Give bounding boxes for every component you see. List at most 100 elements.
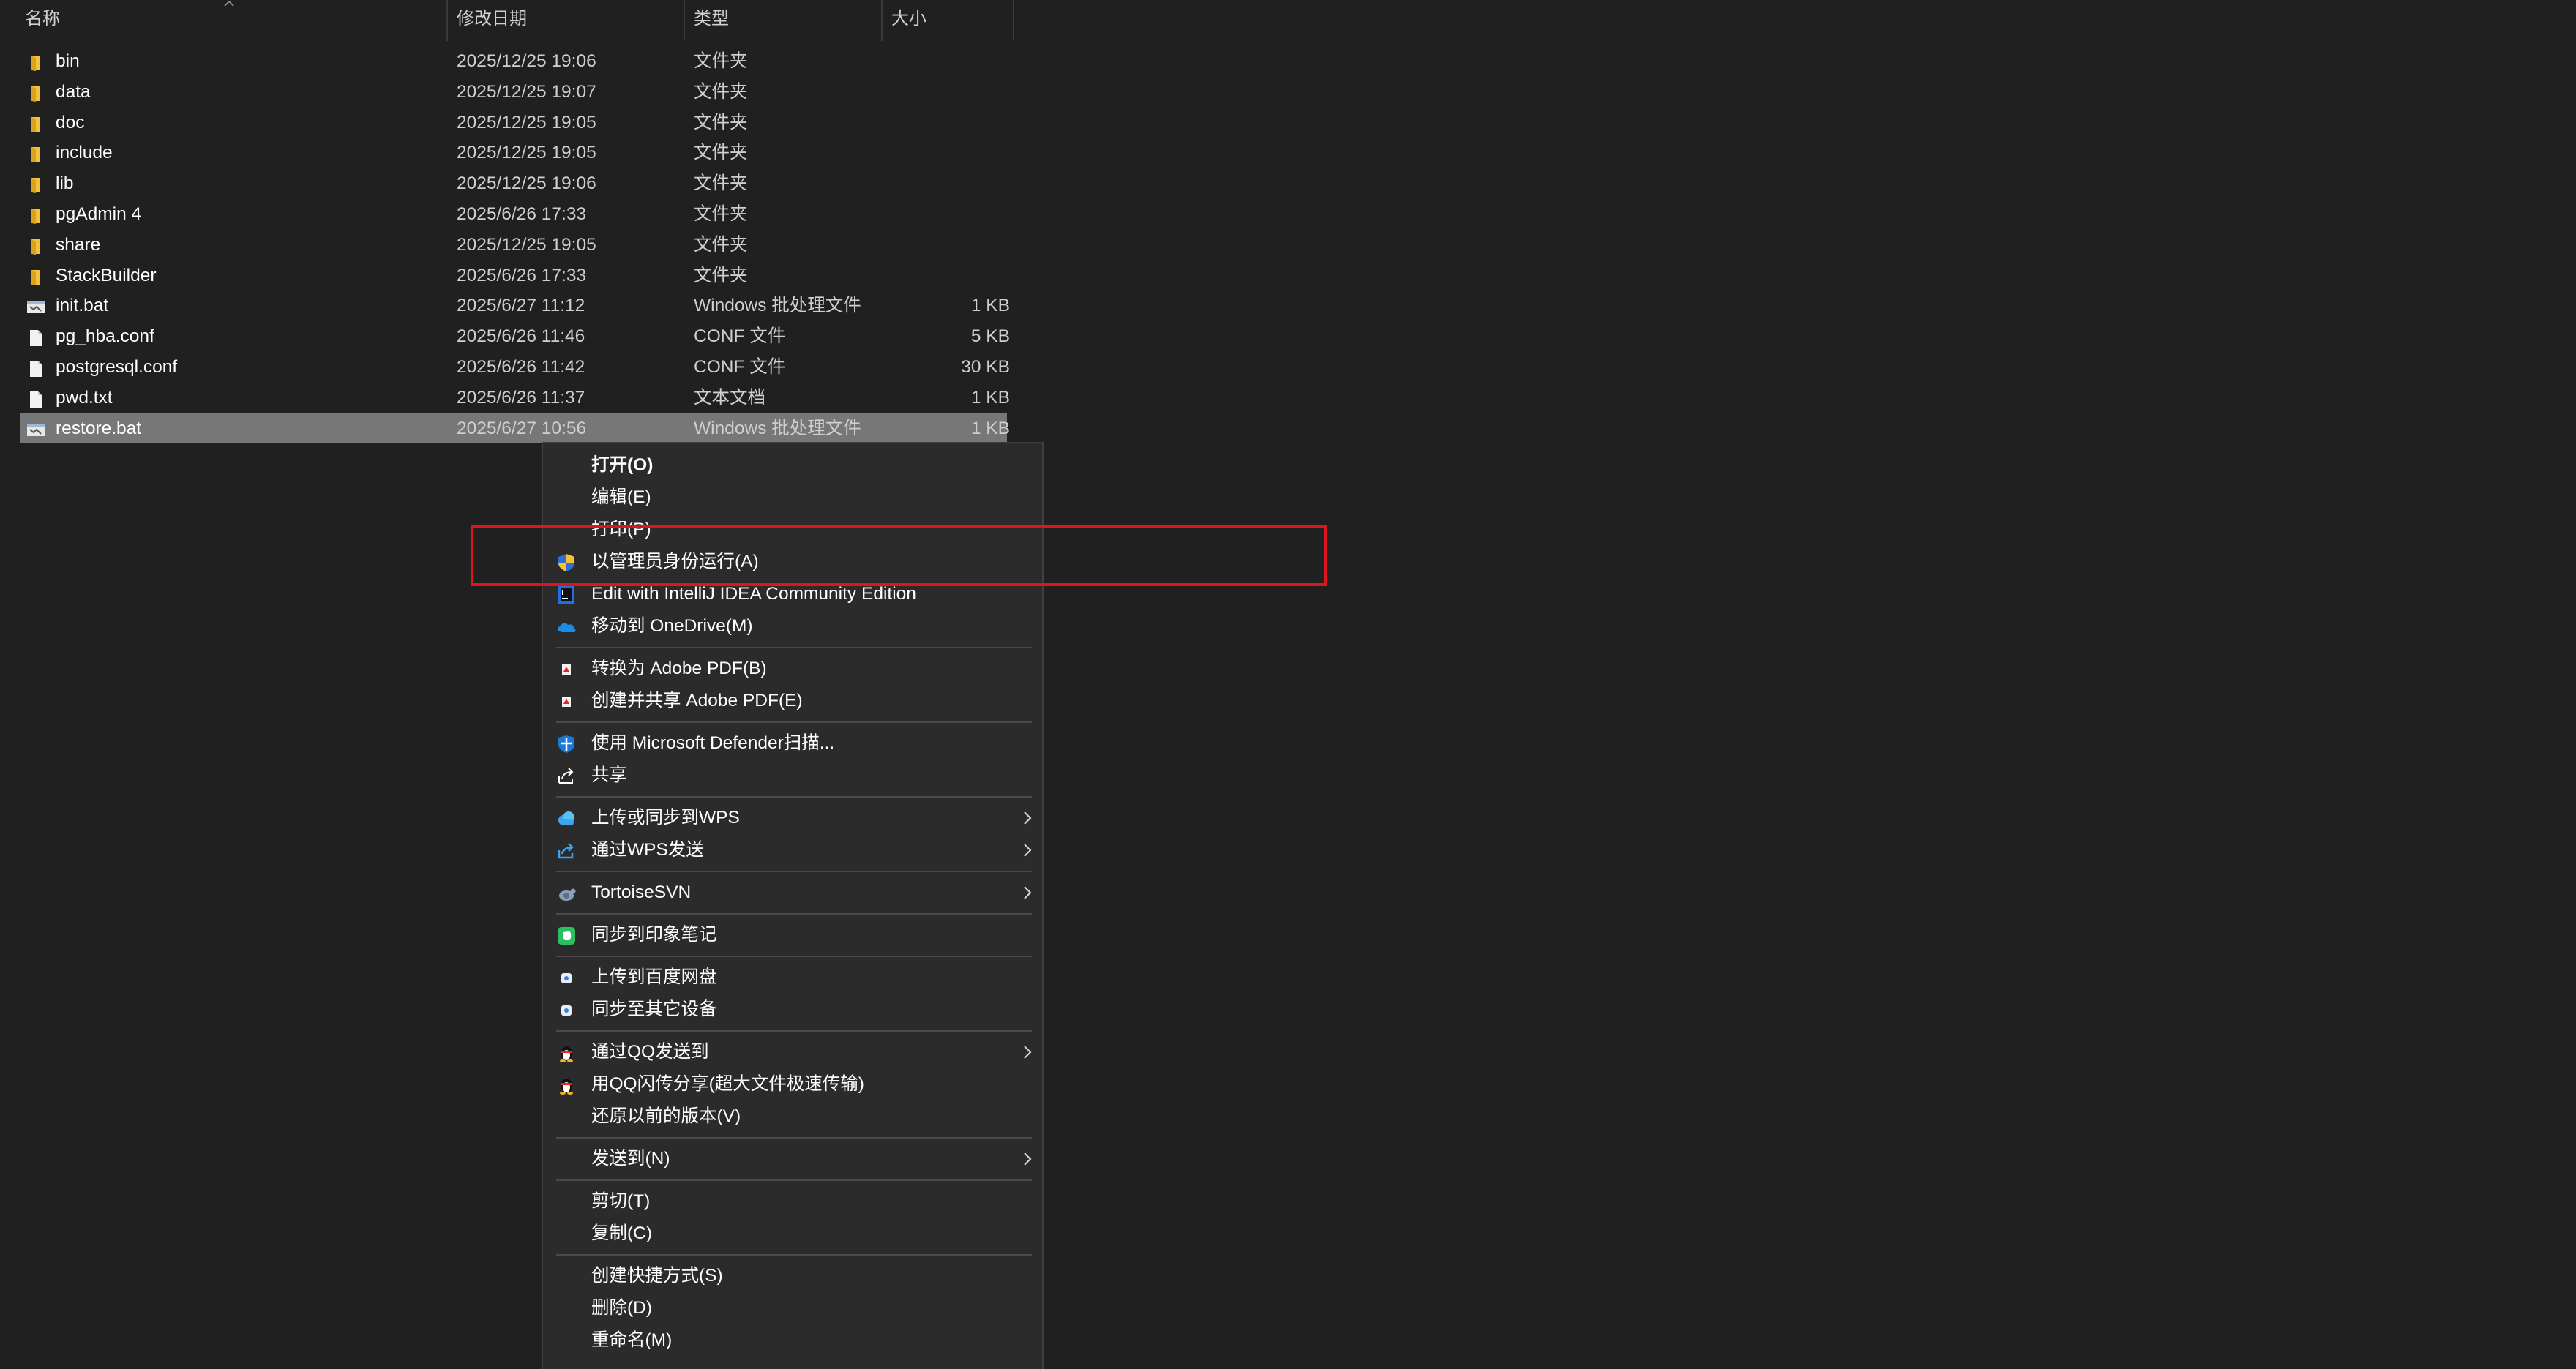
context-menu-item[interactable]: 移动到 OneDrive(M) (543, 610, 1042, 642)
file-size (891, 260, 1010, 290)
context-menu-item[interactable]: 转换为 Adobe PDF(B) (543, 653, 1042, 685)
column-header-date[interactable]: 修改日期 (457, 0, 527, 41)
qq-penguin-icon (556, 1043, 577, 1062)
file-row[interactable]: restore.bat 2025/6/27 10:56 Windows 批处理文件 1… (20, 413, 1010, 443)
context-menu-item[interactable]: TortoiseSVN (543, 877, 1042, 909)
file-type: 文件夹 (694, 265, 748, 285)
menu-item-label: 用QQ闪传分享(超大文件极速传输) (591, 1074, 864, 1094)
file-row[interactable]: lib 2025/12/25 19:06 文件夹 (20, 168, 1007, 198)
baidu-netdisk-icon (556, 1001, 577, 1020)
context-menu-item[interactable]: 剪切(T) (543, 1185, 1042, 1218)
file-type: 文件夹 (694, 81, 748, 102)
file-type: CONF 文件 (694, 357, 786, 377)
context-menu-item[interactable]: 发送到(N) (543, 1143, 1042, 1175)
file-row[interactable]: pgAdmin 4 2025/6/26 17:33 文件夹 (20, 199, 1007, 229)
file-row[interactable]: bin 2025/12/25 19:06 文件夹 (20, 46, 1007, 76)
file-modified-date: 2025/6/26 11:42 (457, 357, 585, 377)
sort-ascending-icon (224, 0, 234, 7)
file-modified-date: 2025/6/26 17:33 (457, 204, 587, 224)
file-row[interactable]: pwd.txt 2025/6/26 11:37 文本文档 1 KB (20, 383, 1010, 413)
column-header-size[interactable]: 大小 (891, 0, 926, 41)
context-menu-item[interactable]: 同步至其它设备 (543, 994, 1042, 1026)
file-size (891, 199, 1010, 229)
menu-item-label: 编辑(E) (591, 487, 651, 507)
folder-icon (26, 143, 45, 163)
context-menu-item[interactable]: 用QQ闪传分享(超大文件极速传输) (543, 1068, 1042, 1100)
menu-item-label: 剪切(T) (591, 1191, 651, 1211)
onedrive-cloud-icon (556, 618, 577, 637)
file-row[interactable]: StackBuilder 2025/6/26 17:33 文件夹 (20, 260, 1007, 290)
context-menu-item[interactable]: 编辑(E) (543, 481, 1042, 514)
file-name: bin (56, 51, 80, 71)
context-menu-item[interactable]: 共享 (543, 759, 1042, 792)
context-menu-item[interactable]: 还原以前的版本(V) (543, 1100, 1042, 1133)
context-menu-item[interactable]: 删除(D) (543, 1292, 1042, 1324)
file-row[interactable]: share 2025/12/25 19:05 文件夹 (20, 230, 1007, 260)
file-modified-date: 2025/6/27 10:56 (457, 418, 587, 438)
context-menu-item[interactable]: 上传或同步到WPS (543, 802, 1042, 834)
file-type: Windows 批处理文件 (694, 418, 861, 438)
menu-item-label: 通过QQ发送到 (591, 1042, 709, 1062)
context-menu-item[interactable]: 通过QQ发送到 (543, 1036, 1042, 1068)
file-row[interactable]: postgresql.conf 2025/6/26 11:42 CONF 文件 30 … (20, 352, 1010, 382)
context-menu-item[interactable]: 使用 Microsoft Defender扫描... (543, 727, 1042, 759)
column-header-type[interactable]: 类型 (694, 0, 729, 41)
context-menu-item[interactable]: 复制(C) (543, 1218, 1042, 1250)
file-size (891, 168, 1010, 198)
file-row[interactable]: init.bat 2025/6/27 11:12 Windows 批处理文件 1 KB (20, 290, 1010, 320)
menu-item-label: 同步至其它设备 (591, 999, 717, 1019)
file-modified-date: 2025/6/26 11:37 (457, 387, 585, 408)
file-name: postgresql.conf (56, 357, 178, 377)
file-modified-date: 2025/12/25 19:05 (457, 112, 596, 132)
context-menu-item[interactable]: Edit with IntelliJ IDEA Community Editio… (543, 578, 1042, 610)
file-row[interactable]: data 2025/12/25 19:07 文件夹 (20, 77, 1007, 107)
file-name: pg_hba.conf (56, 326, 154, 347)
menu-item-label: 转换为 Adobe PDF(B) (591, 659, 767, 678)
context-menu-item[interactable]: 创建并共享 Adobe PDF(E) (543, 685, 1042, 717)
file-row[interactable]: pg_hba.conf 2025/6/26 11:46 CONF 文件 5 KB (20, 321, 1010, 351)
defender-shield-icon (556, 735, 577, 754)
context-menu-item[interactable]: 打开(O) (543, 449, 1042, 481)
context-menu-item[interactable]: 打印(P) (543, 514, 1042, 546)
file-modified-date: 2025/12/25 19:05 (457, 234, 596, 255)
file-row[interactable]: doc 2025/12/25 19:05 文件夹 (20, 108, 1007, 138)
column-divider[interactable] (881, 0, 883, 41)
file-name: doc (56, 112, 85, 132)
text-file-icon (26, 389, 45, 408)
folder-icon (26, 266, 45, 285)
share-icon (556, 767, 577, 786)
file-size: 5 KB (970, 326, 1010, 347)
file-size (891, 46, 1010, 76)
context-menu-item[interactable]: 通过WPS发送 (543, 834, 1042, 866)
menu-item-label: Edit with IntelliJ IDEA Community Editio… (591, 584, 916, 604)
file-modified-date: 2025/12/25 19:06 (457, 51, 596, 71)
menu-item-label: 共享 (591, 765, 627, 785)
file-size: 1 KB (970, 418, 1010, 438)
file-name: restore.bat (56, 418, 142, 438)
column-divider[interactable] (684, 0, 685, 41)
folder-icon (26, 113, 45, 132)
menu-item-label: TortoiseSVN (591, 882, 692, 902)
menu-item-label: 还原以前的版本(V) (591, 1106, 741, 1126)
context-menu-item[interactable]: 上传到百度网盘 (543, 961, 1042, 994)
file-modified-date: 2025/12/25 19:05 (457, 143, 596, 163)
context-menu-item[interactable]: 重命名(M) (543, 1324, 1042, 1357)
menu-separator (556, 1030, 1032, 1032)
context-menu-item[interactable]: 以管理员身份运行(A) (543, 546, 1042, 578)
menu-item-label: 复制(C) (591, 1223, 653, 1243)
file-row[interactable]: include 2025/12/25 19:05 文件夹 (20, 138, 1007, 168)
file-size (891, 108, 1010, 138)
menu-separator (556, 721, 1032, 723)
context-menu-item[interactable]: 同步到印象笔记 (543, 919, 1042, 951)
column-header-name[interactable]: 名称 (25, 0, 60, 41)
menu-separator (556, 796, 1032, 798)
folder-icon (26, 83, 45, 102)
menu-item-label: 打印(P) (591, 520, 651, 539)
file-name: share (56, 234, 101, 255)
column-divider[interactable] (446, 0, 448, 41)
evernote-icon (556, 926, 577, 945)
batch-file-icon (26, 419, 45, 438)
column-divider[interactable] (1013, 0, 1014, 41)
context-menu-item[interactable]: 创建快捷方式(S) (543, 1260, 1042, 1292)
file-size: 1 KB (970, 296, 1010, 316)
